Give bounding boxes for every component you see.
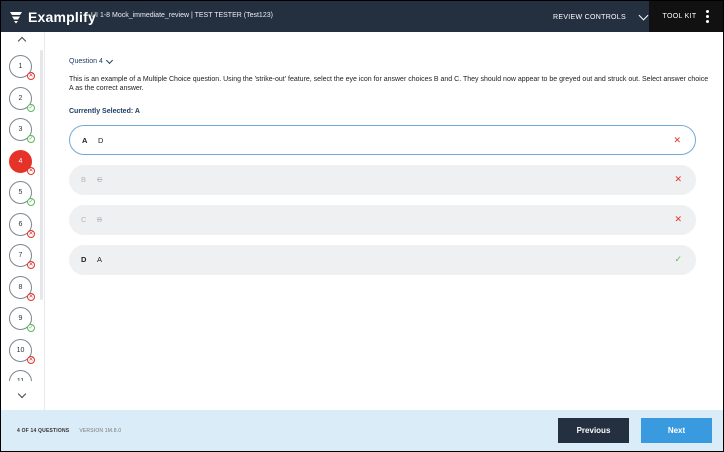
- top-bar: Examplify UI 1-8 Mock_immediate_review |…: [1, 1, 723, 32]
- sidebar-scrollbar[interactable]: [40, 50, 43, 300]
- choice-text: D: [98, 136, 104, 145]
- question-number: 2: [18, 94, 23, 102]
- question-panel: Question 4 This is an example of a Multi…: [45, 32, 723, 410]
- choice-text: A: [97, 255, 103, 264]
- question-number: 11: [17, 378, 24, 381]
- chevron-up-icon: [17, 36, 27, 45]
- question-progress: 4 OF 14 QUESTIONS: [17, 428, 70, 434]
- question-nav-button[interactable]: 5 ✓: [9, 181, 35, 206]
- app-window: Examplify UI 1-8 Mock_immediate_review |…: [0, 0, 724, 452]
- incorrect-x-icon: ✕: [27, 292, 35, 301]
- answer-choice-b[interactable]: B C ✕: [69, 165, 696, 195]
- question-number: 5: [18, 189, 23, 196]
- incorrect-x-icon: ✕: [27, 166, 35, 175]
- tool-kit-label: TOOL KIT: [662, 13, 697, 20]
- incorrect-x-icon: ✕: [27, 355, 35, 364]
- incorrect-x-icon: ✕: [27, 261, 35, 269]
- more-vertical-icon: [706, 10, 710, 23]
- correct-check-icon: ✓: [27, 324, 35, 332]
- question-nav-button[interactable]: 1 ✕: [9, 55, 35, 80]
- question-number: 10: [16, 346, 25, 354]
- question-number: 8: [18, 283, 23, 291]
- review-controls-button[interactable]: REVIEW CONTROLS: [553, 10, 649, 23]
- answer-choice-c[interactable]: C B ✕: [69, 205, 696, 235]
- choice-text: C: [97, 175, 103, 184]
- question-nav-button[interactable]: 7 ✕: [9, 244, 35, 269]
- app-name: Examplify: [28, 9, 96, 25]
- currently-selected: Currently Selected: A: [69, 108, 140, 115]
- question-number: 3: [18, 126, 23, 133]
- question-nav-button[interactable]: 9 ✓: [9, 307, 35, 332]
- footer-bar: 4 OF 14 QUESTIONS VERSION 1M.8.0 Previous…: [1, 410, 723, 451]
- previous-button[interactable]: Previous: [558, 418, 629, 443]
- question-number: 1: [18, 63, 23, 70]
- choice-letter: C: [81, 215, 87, 224]
- logo: Examplify: [9, 7, 96, 27]
- choice-letter: B: [81, 175, 87, 184]
- next-button[interactable]: Next: [641, 418, 712, 443]
- incorrect-x-icon: ✕: [27, 229, 35, 238]
- scroll-up-button[interactable]: [17, 34, 27, 45]
- chevron-down-icon: [105, 56, 113, 65]
- review-controls-label: REVIEW CONTROLS: [553, 13, 626, 21]
- scroll-down-button[interactable]: [17, 389, 27, 400]
- incorrect-x-icon: ✕: [673, 135, 681, 145]
- chevron-down-icon: [17, 389, 27, 398]
- exam-title: UI 1-8 Mock_immediate_review | TEST TEST…: [91, 12, 273, 19]
- choice-letter: D: [81, 255, 87, 264]
- correct-check-icon: ✓: [674, 254, 682, 264]
- progress-info: 4 OF 14 QUESTIONS VERSION 1M.8.0: [17, 428, 121, 434]
- question-number: 6: [18, 220, 23, 228]
- question-label: Question 4: [69, 58, 103, 65]
- question-nav-button[interactable]: 6 ✕: [9, 212, 35, 238]
- tool-kit-button[interactable]: TOOL KIT: [649, 1, 723, 32]
- correct-check-icon: ✓: [27, 135, 35, 143]
- question-nav-button[interactable]: 2 ✓: [9, 86, 35, 112]
- correct-check-icon: ✓: [27, 103, 35, 112]
- question-text: This is an example of a Multiple Choice …: [69, 76, 709, 92]
- chevron-down-icon: [638, 10, 649, 21]
- incorrect-x-icon: ✕: [27, 72, 35, 80]
- answer-choice-d[interactable]: D A ✓: [69, 245, 696, 275]
- question-number: 4: [18, 157, 23, 165]
- question-nav-button[interactable]: 11: [9, 370, 32, 381]
- choice-text: B: [97, 215, 103, 224]
- question-dropdown[interactable]: Question 4: [69, 56, 113, 65]
- answer-choice-a[interactable]: A D ✕: [69, 125, 696, 155]
- question-list: 1✕2✓3✓4✕5✓6✕7✕8✕9✓10✕11: [1, 51, 39, 381]
- incorrect-x-icon: ✕: [674, 174, 682, 184]
- question-nav-button[interactable]: 8 ✕: [9, 275, 35, 301]
- question-number: 9: [18, 315, 23, 322]
- question-nav-button[interactable]: 4 ✕: [9, 149, 35, 175]
- question-number: 7: [18, 252, 23, 259]
- question-navigator: 1✕2✓3✓4✕5✓6✕7✕8✕9✓10✕11: [1, 32, 45, 410]
- version-label: VERSION 1M.8.0: [79, 428, 122, 434]
- question-nav-button[interactable]: 10 ✕: [9, 338, 35, 364]
- incorrect-x-icon: ✕: [674, 214, 682, 224]
- question-nav-button[interactable]: 3 ✓: [9, 118, 35, 143]
- examplify-logo-icon: [10, 12, 22, 24]
- choice-letter: A: [82, 136, 88, 145]
- correct-check-icon: ✓: [27, 198, 35, 206]
